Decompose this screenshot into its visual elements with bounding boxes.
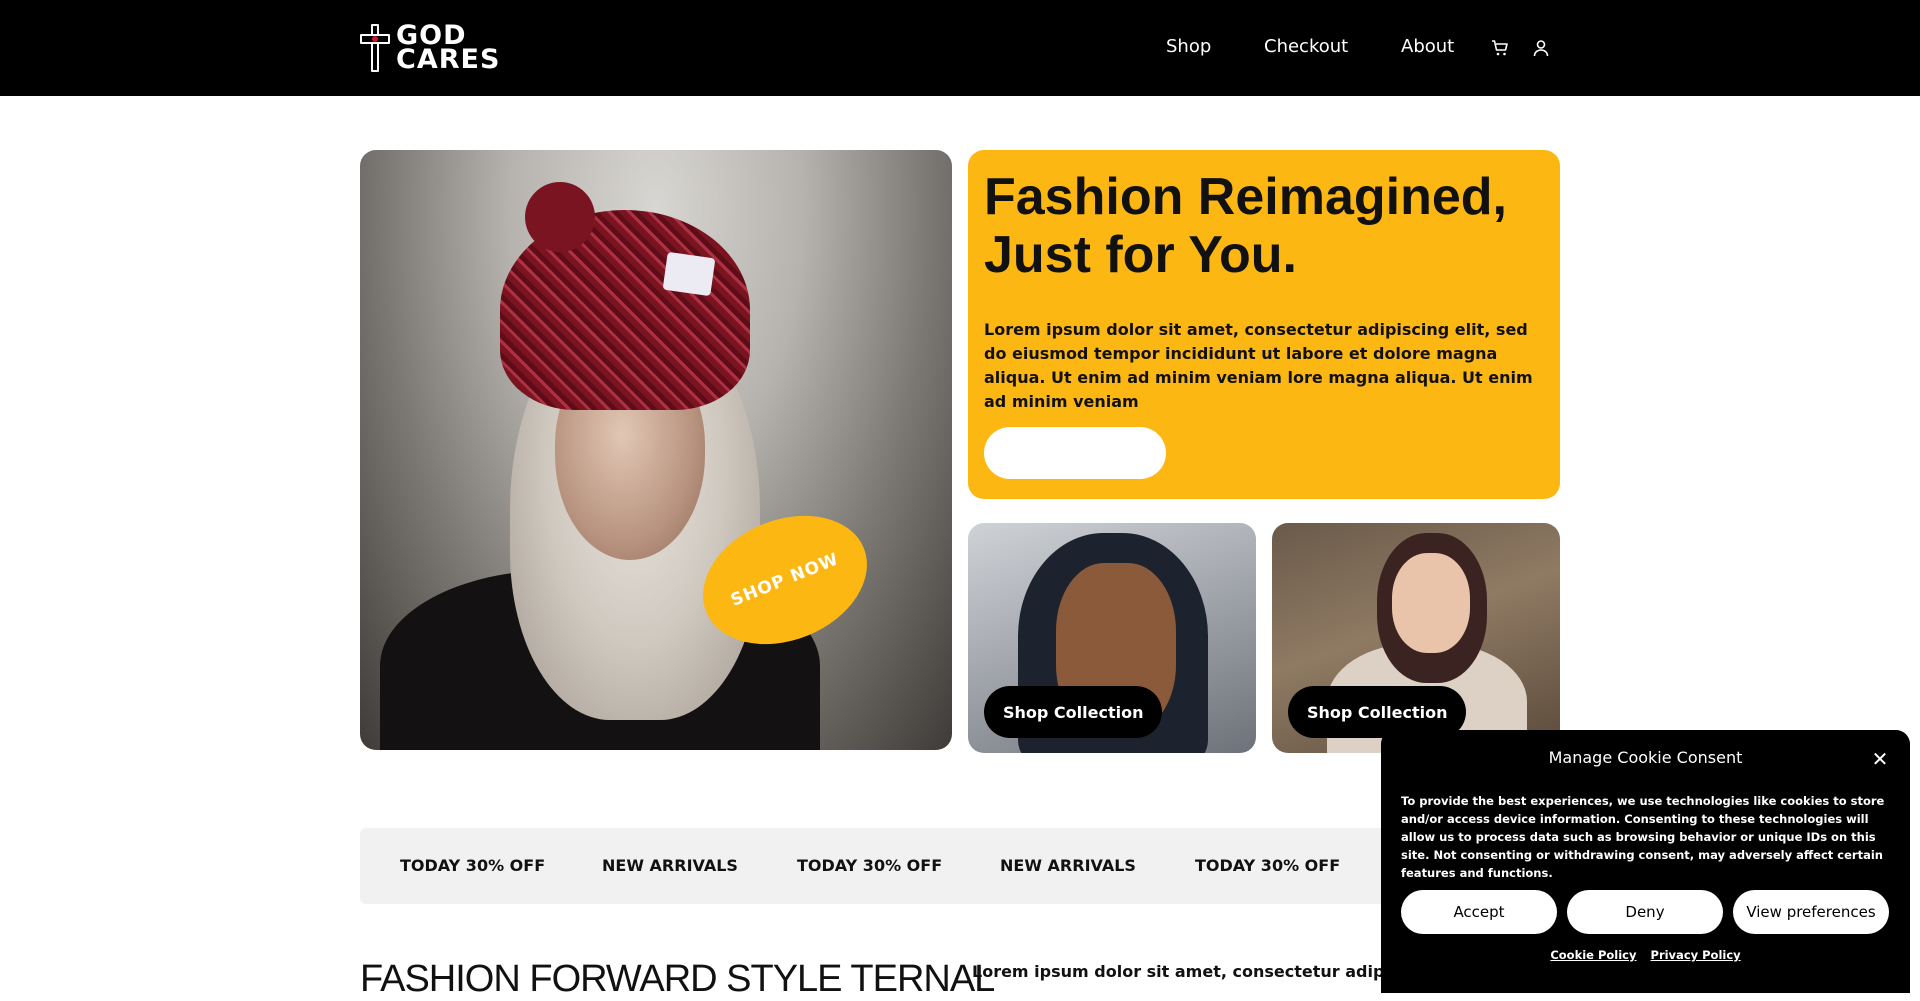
cookie-deny-button[interactable]: Deny xyxy=(1567,890,1723,934)
close-icon[interactable]: ✕ xyxy=(1869,748,1891,770)
section-text: Lorem ipsum dolor sit amet, consectetur … xyxy=(972,962,1392,981)
marquee-item: TODAY 30% OFF xyxy=(797,856,943,875)
cookie-body-text: To provide the best experiences, we use … xyxy=(1401,794,1885,880)
nav-about-link[interactable]: About xyxy=(1401,36,1454,57)
site-header: GOD CARES Shop Checkout About xyxy=(0,0,1920,96)
hero-promo-card: Fashion Reimagined, Just for You. Lorem … xyxy=(968,150,1560,499)
hero-cta-button[interactable] xyxy=(984,427,1166,479)
hero-body-text: Lorem ipsum dolor sit amet, consectetur … xyxy=(984,320,1533,411)
hero-image-woman-beanie xyxy=(360,150,952,750)
cookie-consent-modal: Manage Cookie Consent ✕ To provide the b… xyxy=(1381,730,1910,993)
section-title: FASHION FORWARD STYLE TERNAL xyxy=(360,958,995,1000)
collection-tile-winter: Shop Collection xyxy=(968,523,1256,753)
cookie-links: Cookie Policy Privacy Policy xyxy=(1381,948,1910,962)
promo-marquee: TODAY 30% OFF NEW ARRIVALS TODAY 30% OFF… xyxy=(360,828,1560,904)
cookie-title: Manage Cookie Consent xyxy=(1548,748,1743,767)
nav-checkout-link[interactable]: Checkout xyxy=(1264,36,1348,57)
privacy-policy-link[interactable]: Privacy Policy xyxy=(1651,948,1741,962)
hero-headline: Fashion Reimagined, Just for You. xyxy=(984,168,1507,284)
marquee-item: NEW ARRIVALS xyxy=(1000,856,1136,875)
cookie-policy-link[interactable]: Cookie Policy xyxy=(1550,948,1636,962)
main-nav: Shop Checkout About xyxy=(0,36,1920,60)
marquee-item: TODAY 30% OFF xyxy=(1195,856,1341,875)
marquee-item: NEW ARRIVALS xyxy=(602,856,738,875)
nav-shop-link[interactable]: Shop xyxy=(1166,36,1211,57)
collection-tile-coat: Shop Collection xyxy=(1272,523,1560,753)
cart-icon[interactable] xyxy=(1490,38,1510,58)
cookie-accept-button[interactable]: Accept xyxy=(1401,890,1557,934)
cookie-preferences-button[interactable]: View preferences xyxy=(1733,890,1889,934)
user-icon[interactable] xyxy=(1531,38,1551,58)
marquee-item: TODAY 30% OFF xyxy=(400,856,546,875)
shop-collection-button[interactable]: Shop Collection xyxy=(984,686,1163,738)
